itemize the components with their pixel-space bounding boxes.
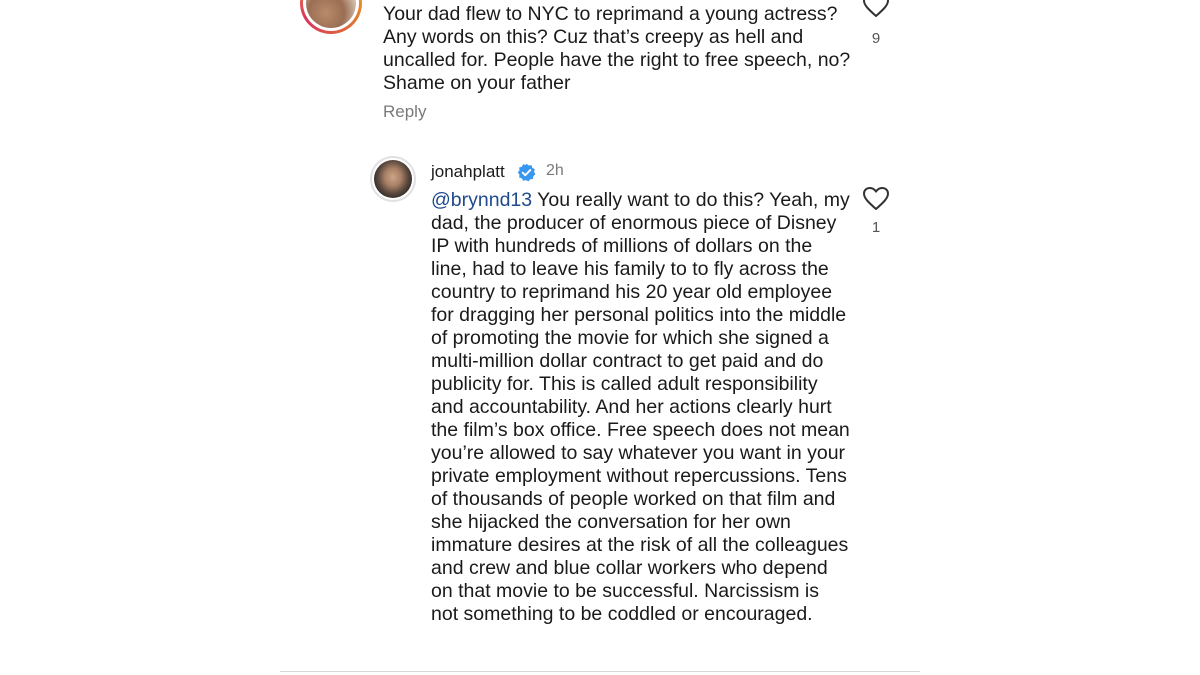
parent-like-count: 9 — [871, 30, 881, 47]
reply-like-count: 1 — [871, 219, 881, 236]
mention-link[interactable]: @brynnd13 — [431, 189, 532, 211]
reply-author-username[interactable]: jonahplatt — [431, 162, 505, 182]
reply-author-avatar[interactable] — [370, 156, 416, 202]
verified-badge-icon — [517, 163, 536, 182]
reply-button[interactable]: Reply — [383, 102, 426, 122]
reply-timestamp: 2h — [546, 162, 564, 179]
reply-comment-text: @brynnd13 You really want to do this? Ye… — [431, 189, 851, 626]
reply-body-text: You really want to do this? Yeah, my dad… — [431, 189, 850, 625]
heart-icon[interactable] — [863, 187, 889, 211]
heart-icon[interactable] — [863, 0, 889, 18]
divider — [280, 671, 920, 672]
commenter-photo — [306, 0, 356, 28]
reply-author-photo — [374, 160, 412, 198]
commenter-avatar[interactable] — [300, 0, 362, 34]
comment-thread: Your dad flew to NYC to reprimand a youn… — [0, 0, 1200, 675]
parent-comment-text: Your dad flew to NYC to reprimand a youn… — [383, 3, 851, 94]
